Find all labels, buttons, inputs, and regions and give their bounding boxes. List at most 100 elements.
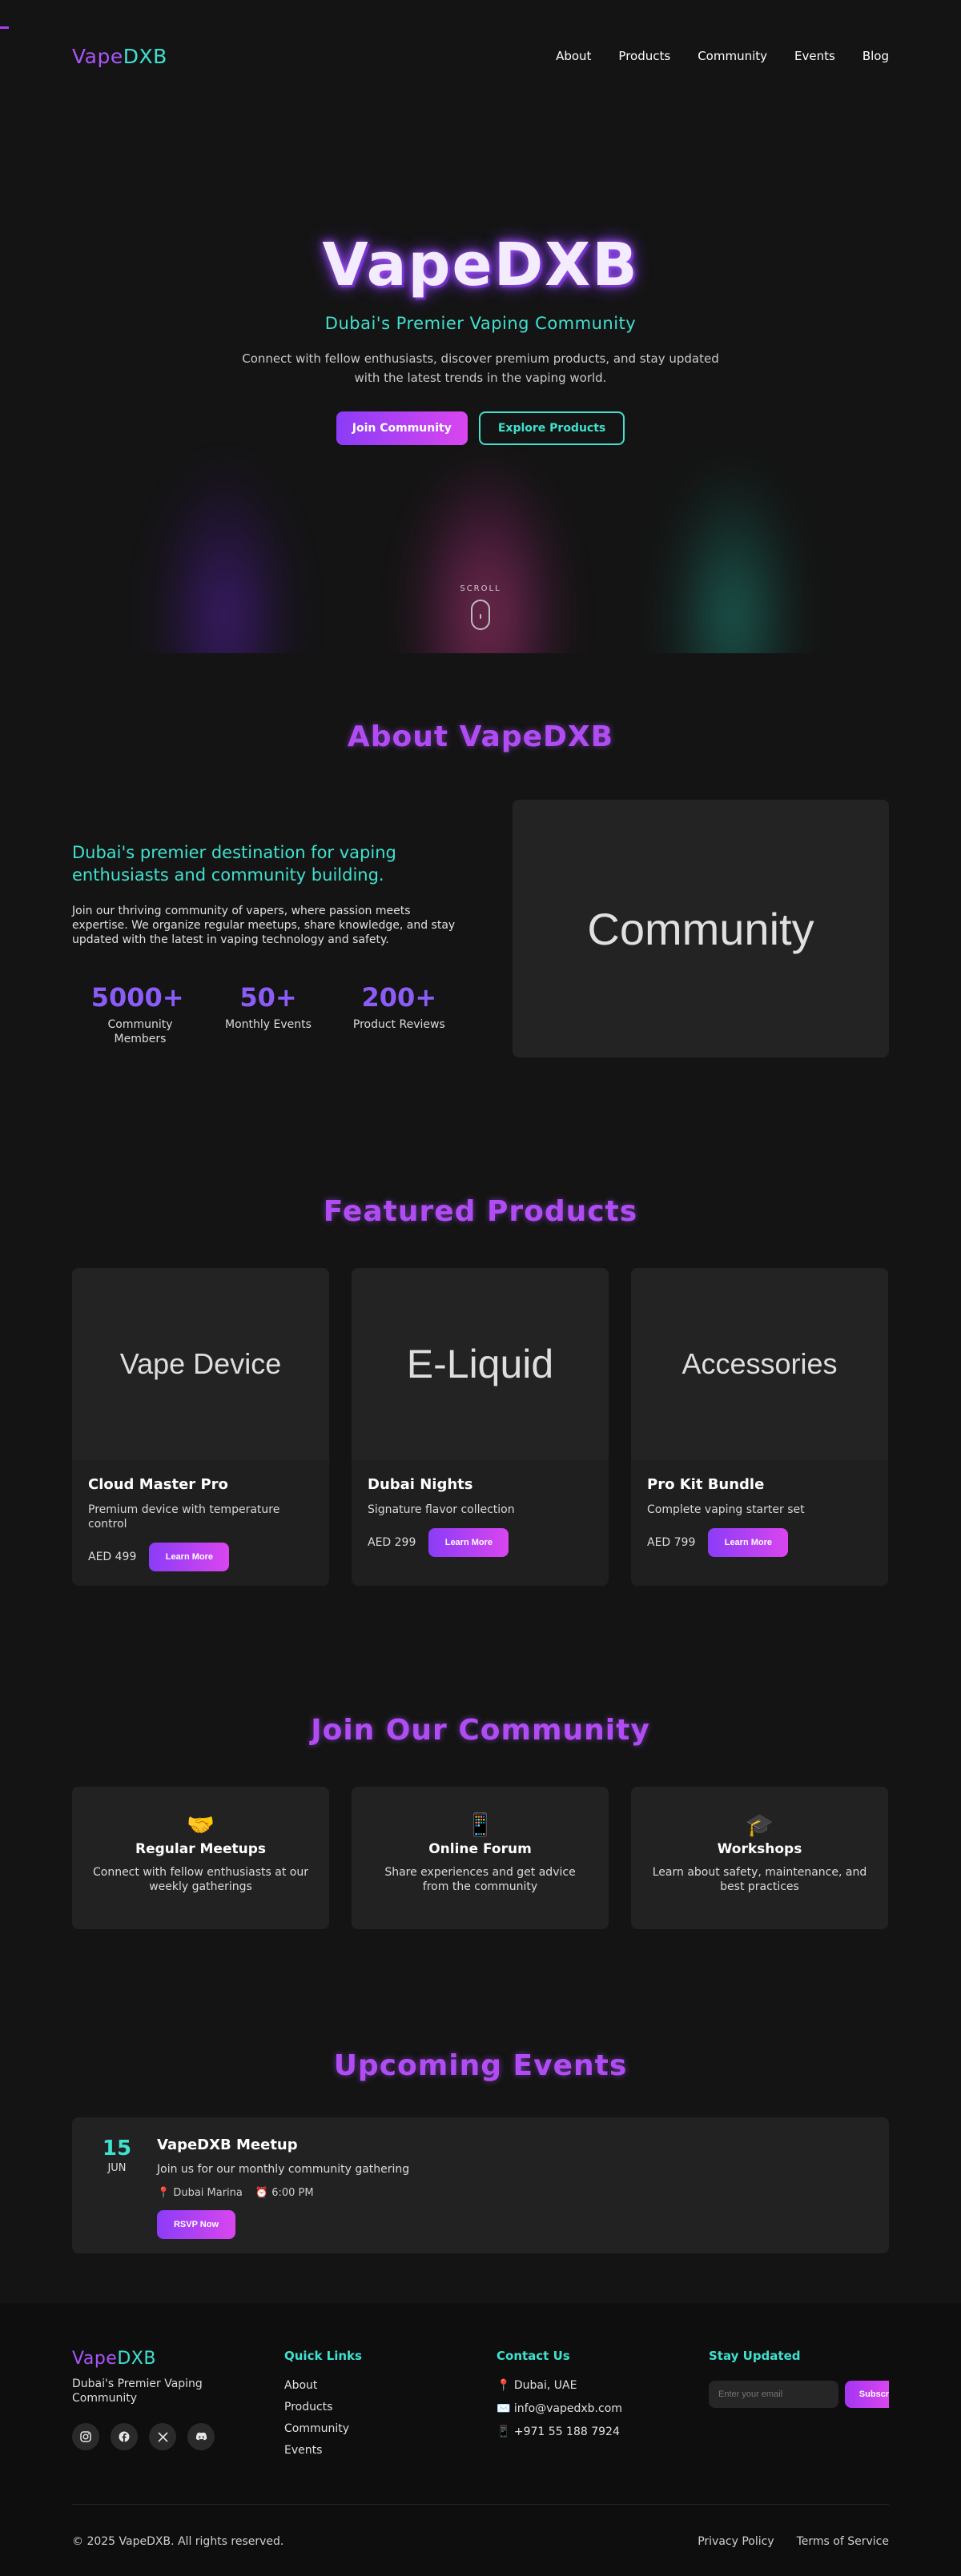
footer-logo[interactable]: VapeDXB	[72, 2349, 284, 2369]
scroll-indicator[interactable]: SCROLL	[0, 584, 961, 630]
quick-links-title: Quick Links	[284, 2349, 362, 2363]
community-card: 📱 Online Forum Share experiences and get…	[352, 1787, 609, 1929]
graduation-cap-icon: 🎓	[746, 1812, 774, 1838]
contact-title: Contact Us	[497, 2349, 570, 2363]
hero-section: VapeDXB Dubai's Premier Vaping Community…	[0, 112, 961, 653]
contact-email[interactable]: ✉️ info@vapedxb.com	[497, 2402, 709, 2415]
footer-link-community[interactable]: Community	[284, 2422, 497, 2435]
corner-accent	[0, 26, 9, 29]
stat-reviews: 200+ Product Reviews	[334, 982, 464, 1046]
product-desc: Premium device with temperature control	[88, 1503, 280, 1531]
logo-part-1: Vape	[72, 44, 123, 68]
about-title: About VapeDXB	[347, 720, 614, 753]
contact-phone[interactable]: 📱 +971 55 188 7924	[497, 2426, 709, 2438]
product-image: Vape Device	[72, 1268, 329, 1460]
terms-link[interactable]: Terms of Service	[797, 2535, 889, 2548]
product-card: Vape Device Cloud Master Pro Premium dev…	[72, 1268, 329, 1586]
footer-link-about[interactable]: About	[284, 2379, 497, 2392]
phone-icon: 📱	[466, 1812, 494, 1838]
handshake-icon: 🤝	[187, 1812, 215, 1838]
learn-more-button[interactable]: Learn More	[149, 1543, 230, 1571]
product-price: AED 799	[647, 1536, 696, 1549]
logo-part-2: DXB	[117, 2349, 156, 2369]
community-card: 🤝 Regular Meetups Connect with fellow en…	[72, 1787, 329, 1929]
footer-link-events[interactable]: Events	[284, 2444, 497, 2457]
stat-events: 50+ Monthly Events	[203, 982, 333, 1046]
event-title: VapeDXB Meetup	[157, 2137, 298, 2153]
community-section: Join Our Community 🤝 Regular Meetups Con…	[72, 1586, 889, 1929]
about-section: About VapeDXB Dubai's premier destinatio…	[72, 653, 889, 1057]
events-title: Upcoming Events	[333, 2049, 628, 2082]
logo-part-2: DXB	[123, 44, 167, 68]
logo[interactable]: VapeDXB	[72, 45, 167, 68]
learn-more-button[interactable]: Learn More	[428, 1528, 509, 1557]
community-card-title: Workshops	[717, 1841, 802, 1857]
copyright: © 2025 VapeDXB. All rights reserved.	[72, 2535, 284, 2548]
explore-products-button[interactable]: Explore Products	[478, 411, 625, 445]
community-card-desc: Connect with fellow enthusiasts at our w…	[92, 1866, 308, 1893]
community-card-title: Online Forum	[428, 1841, 532, 1857]
social-links	[72, 2423, 284, 2450]
nav-blog[interactable]: Blog	[862, 49, 889, 63]
join-community-button[interactable]: Join Community	[336, 411, 468, 445]
events-section: Upcoming Events 15 JUN VapeDXB Meetup Jo…	[72, 1929, 889, 2253]
event-time: ⏰ 6:00 PM	[255, 2187, 314, 2199]
site-footer: VapeDXB Dubai's Premier Vaping Community	[0, 2303, 961, 2576]
footer-divider	[72, 2504, 889, 2505]
hero-subtitle: Dubai's Premier Vaping Community	[324, 314, 637, 333]
x-icon[interactable]	[149, 2423, 176, 2450]
products-section: Featured Products Vape Device Cloud Mast…	[72, 1057, 889, 1586]
community-card-desc: Share experiences and get advice from th…	[384, 1866, 576, 1893]
event-location: 📍 Dubai Marina	[157, 2187, 243, 2199]
community-card-desc: Learn about safety, maintenance, and bes…	[652, 1866, 867, 1893]
mouse-icon	[471, 600, 490, 630]
event-desc: Join us for our monthly community gather…	[157, 2163, 410, 2176]
product-image-text: Accessories	[682, 1347, 838, 1380]
event-card: 15 JUN VapeDXB Meetup Join us for our mo…	[72, 2117, 889, 2253]
scroll-label: SCROLL	[460, 584, 501, 593]
discord-icon[interactable]	[187, 2423, 215, 2450]
product-card: E-Liquid Dubai Nights Signature flavor c…	[352, 1268, 609, 1586]
event-day: 15	[102, 2137, 132, 2161]
main-nav: About Products Community Events Blog	[556, 49, 889, 63]
nav-community[interactable]: Community	[698, 49, 767, 63]
instagram-icon[interactable]	[72, 2423, 99, 2450]
email-input[interactable]	[709, 2381, 838, 2408]
stat-value: 5000+	[90, 982, 184, 1013]
footer-tagline: Dubai's Premier Vaping Community	[72, 2377, 203, 2405]
stat-value: 50+	[239, 982, 297, 1013]
event-date: 15 JUN	[96, 2137, 138, 2253]
product-image: Accessories	[631, 1268, 888, 1460]
about-text: Join our thriving community of vapers, w…	[72, 905, 456, 946]
learn-more-button[interactable]: Learn More	[708, 1528, 789, 1557]
nav-events[interactable]: Events	[794, 49, 835, 63]
community-image: Community	[513, 800, 889, 1057]
privacy-policy-link[interactable]: Privacy Policy	[698, 2535, 774, 2548]
product-card: Accessories Pro Kit Bundle Complete vapi…	[631, 1268, 888, 1586]
product-desc: Signature flavor collection	[368, 1503, 515, 1516]
stat-members: 5000+ Community Members	[72, 982, 203, 1046]
product-image-text: Vape Device	[119, 1347, 282, 1380]
site-header: VapeDXB About Products Community Events …	[0, 0, 961, 112]
nav-products[interactable]: Products	[618, 49, 670, 63]
products-title: Featured Products	[323, 1195, 638, 1228]
newsletter-title: Stay Updated	[709, 2349, 801, 2363]
hero-title: VapeDXB	[322, 231, 639, 299]
contact-location: 📍 Dubai, UAE	[497, 2379, 577, 2392]
footer-link-products[interactable]: Products	[284, 2401, 497, 2413]
community-card: 🎓 Workshops Learn about safety, maintena…	[631, 1787, 888, 1929]
logo-part-1: Vape	[72, 2349, 118, 2369]
facebook-icon[interactable]	[111, 2423, 138, 2450]
event-month: JUN	[107, 2162, 127, 2174]
community-card-title: Regular Meetups	[135, 1841, 266, 1857]
product-name: Dubai Nights	[368, 1476, 473, 1493]
product-image: E-Liquid	[352, 1268, 609, 1460]
subscribe-button[interactable]: Subscribe	[844, 2381, 889, 2408]
product-name: Cloud Master Pro	[88, 1476, 228, 1493]
community-title: Join Our Community	[311, 1714, 650, 1747]
nav-about[interactable]: About	[556, 49, 591, 63]
stat-label: Community Members	[107, 1018, 173, 1045]
rsvp-button[interactable]: RSVP Now	[157, 2210, 235, 2239]
hero-description: Connect with fellow enthusiasts, discove…	[242, 351, 719, 385]
stat-value: 200+	[361, 982, 437, 1013]
